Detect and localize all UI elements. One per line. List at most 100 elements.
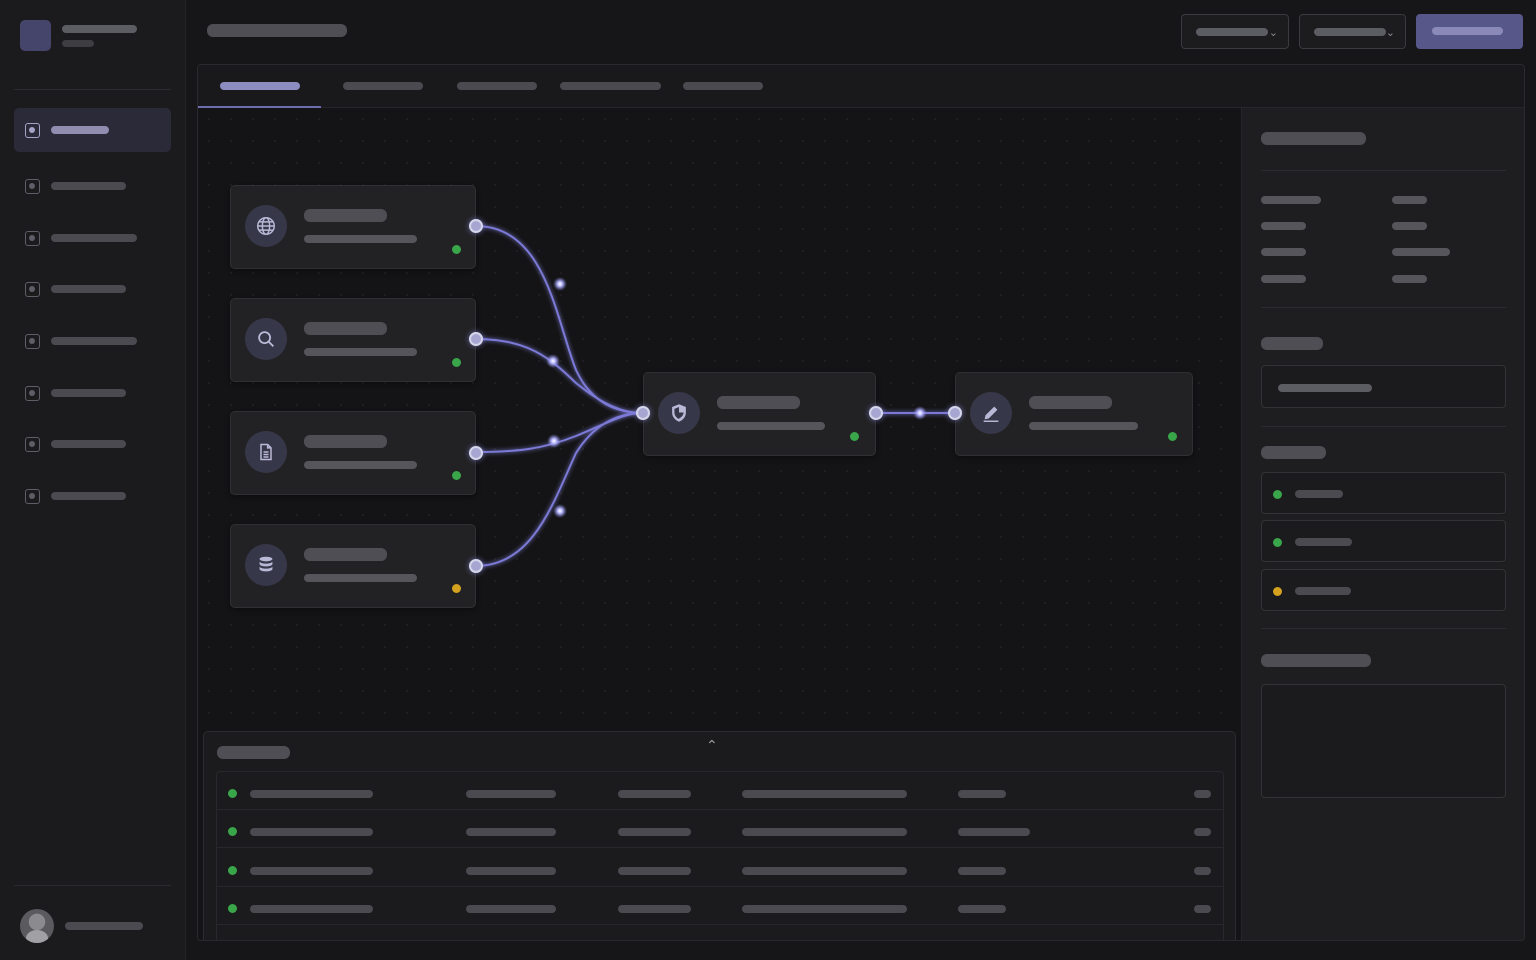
text-field[interactable] <box>1261 365 1506 408</box>
app-subtitle <box>62 40 94 47</box>
workflow-icon <box>25 179 40 194</box>
section-divider <box>1261 307 1506 308</box>
node-title <box>1029 396 1112 409</box>
log-cell <box>618 905 691 913</box>
log-table <box>216 771 1224 940</box>
tab-label <box>457 82 537 90</box>
property-key <box>1261 248 1306 256</box>
tab-bar <box>198 65 1524 109</box>
status-dot-warning <box>452 584 461 593</box>
node-title <box>304 548 387 561</box>
sidebar-item-3[interactable] <box>14 216 171 260</box>
log-cell <box>958 905 1006 913</box>
tab-label <box>560 82 661 90</box>
status-dot-ok <box>228 866 237 875</box>
sidebar-item-4[interactable] <box>14 267 171 311</box>
user-avatar[interactable] <box>20 909 54 943</box>
chevron-down-icon: ⌄ <box>1268 26 1278 39</box>
workflow-icon <box>25 437 40 452</box>
chevron-down-icon: ⌄ <box>1385 26 1395 39</box>
output-port[interactable] <box>469 219 483 233</box>
primary-action-label <box>1432 27 1503 35</box>
table-row[interactable] <box>217 849 1223 887</box>
status-item[interactable] <box>1261 520 1506 562</box>
log-cell <box>958 867 1006 875</box>
log-cell <box>1194 790 1211 798</box>
flow-node-output[interactable] <box>955 372 1193 456</box>
app-logo[interactable] <box>20 20 51 51</box>
sidebar-item-label <box>51 285 126 293</box>
log-cell <box>1194 867 1211 875</box>
flow-node-source-2[interactable] <box>230 298 476 382</box>
status-item[interactable] <box>1261 569 1506 611</box>
log-cell <box>250 828 373 836</box>
tab-1[interactable] <box>198 65 321 109</box>
table-row[interactable] <box>217 926 1223 940</box>
status-dot-ok <box>452 245 461 254</box>
sidebar-item-1[interactable] <box>14 108 171 152</box>
section-divider <box>1261 170 1506 171</box>
table-row[interactable] <box>217 810 1223 848</box>
log-cell <box>742 905 907 913</box>
workflow-icon <box>25 123 40 138</box>
sidebar-item-5[interactable] <box>14 319 171 363</box>
status-dot-ok <box>228 904 237 913</box>
shield-icon <box>658 392 700 434</box>
sidebar-item-6[interactable] <box>14 371 171 415</box>
edge-1 <box>475 225 644 414</box>
sidebar-item-label <box>51 182 126 190</box>
node-subtitle <box>304 235 417 243</box>
log-cell <box>742 828 907 836</box>
log-cell <box>1194 905 1211 913</box>
flow-node-source-3[interactable] <box>230 411 476 495</box>
tab-3[interactable] <box>445 65 545 108</box>
sidebar-item-label <box>51 389 126 397</box>
output-port[interactable] <box>469 446 483 460</box>
select-dropdown-1[interactable]: ⌄ <box>1181 14 1289 49</box>
workflow-icon <box>25 282 40 297</box>
workflow-canvas[interactable]: ⌃ <box>198 108 1241 940</box>
table-row[interactable] <box>217 887 1223 925</box>
log-cell <box>466 867 556 875</box>
property-value <box>1392 222 1427 230</box>
globe-icon <box>245 205 287 247</box>
output-port[interactable] <box>469 559 483 573</box>
status-label <box>1261 446 1326 459</box>
select-value <box>1314 28 1386 36</box>
input-port[interactable] <box>948 406 962 420</box>
property-key <box>1261 196 1321 204</box>
field-label <box>1261 337 1323 350</box>
tab-2[interactable] <box>331 65 431 108</box>
tab-5[interactable] <box>671 65 771 108</box>
sidebar-item-label <box>51 337 137 345</box>
table-row[interactable] <box>217 772 1223 810</box>
input-port[interactable] <box>636 406 650 420</box>
property-key <box>1261 275 1306 283</box>
node-subtitle <box>304 461 417 469</box>
sidebar-item-8[interactable] <box>14 474 171 518</box>
notes-label <box>1261 654 1371 667</box>
status-dot-warning <box>1273 587 1282 596</box>
select-dropdown-2[interactable]: ⌄ <box>1299 14 1406 49</box>
log-title <box>217 746 290 759</box>
node-title <box>304 209 387 222</box>
flow-node-source-4[interactable] <box>230 524 476 608</box>
notes-textarea[interactable] <box>1261 684 1506 798</box>
tab-label <box>220 82 300 90</box>
property-value <box>1392 275 1427 283</box>
sidebar-item-7[interactable] <box>14 422 171 466</box>
output-port[interactable] <box>469 332 483 346</box>
document-icon <box>245 431 287 473</box>
output-port[interactable] <box>869 406 883 420</box>
activity-log-panel: ⌃ <box>203 731 1236 940</box>
chevron-up-icon[interactable]: ⌃ <box>706 738 718 754</box>
sidebar-item-2[interactable] <box>14 164 171 208</box>
status-item[interactable] <box>1261 472 1506 514</box>
flow-node-process[interactable] <box>643 372 876 456</box>
primary-action-button[interactable] <box>1416 14 1523 49</box>
database-icon <box>245 544 287 586</box>
tab-4[interactable] <box>548 65 668 108</box>
flow-node-source-1[interactable] <box>230 185 476 269</box>
log-cell <box>958 790 1006 798</box>
status-dot-ok <box>1273 490 1282 499</box>
